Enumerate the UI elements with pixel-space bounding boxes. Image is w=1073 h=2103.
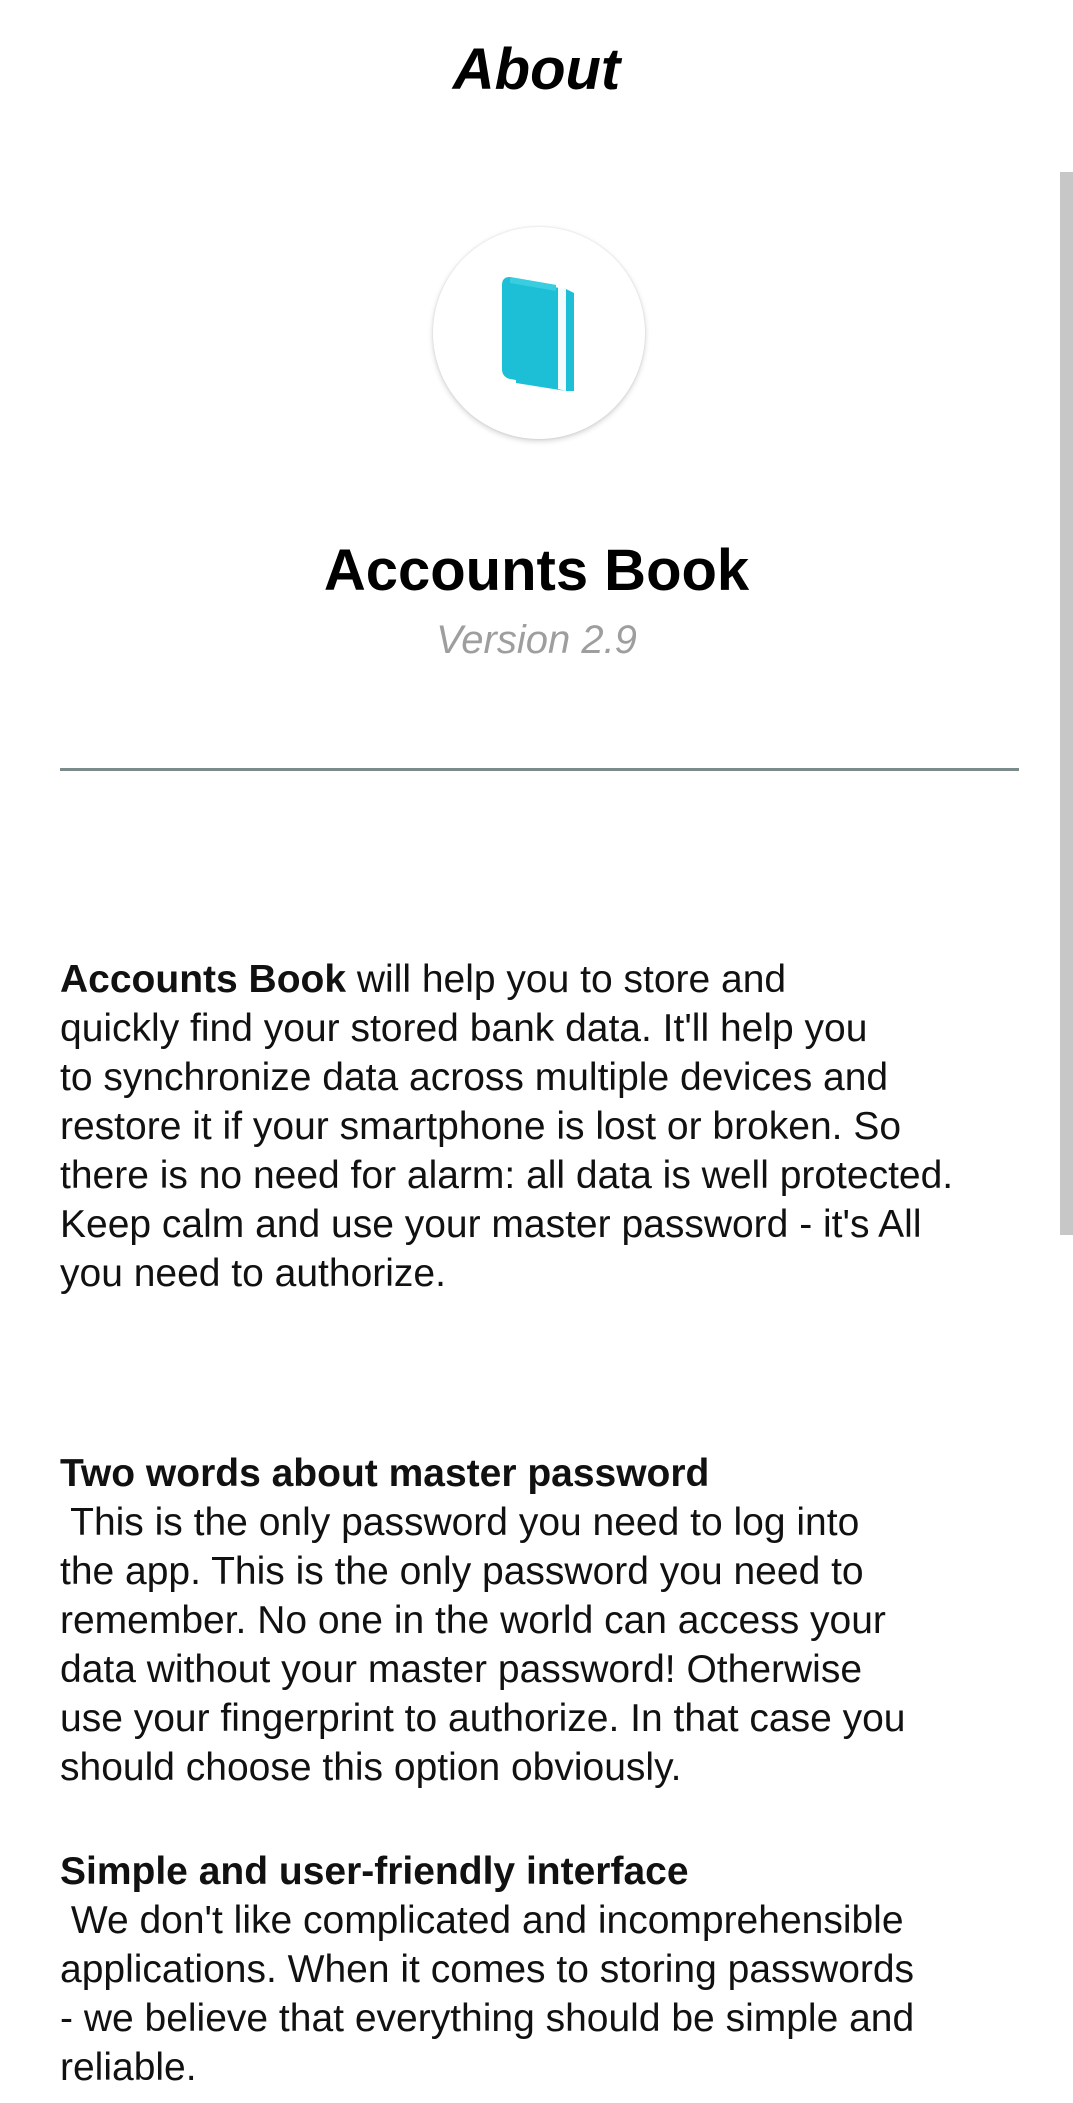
section-line: should choose this option obviously.: [60, 1746, 682, 1789]
intro-line-6: Keep calm and use your master password -…: [60, 1203, 922, 1246]
intro-line-1: Accounts Book will help you to store and: [60, 955, 1020, 1004]
section-line: This is the only password you need to lo…: [60, 1501, 860, 1544]
section-line: We don't like complicated and incomprehe…: [60, 1899, 904, 1942]
intro-line-5: there is no need for alarm: all data is …: [60, 1154, 954, 1197]
section-line: reliable.: [60, 2046, 197, 2089]
intro-line-3: to synchronize data across multiple devi…: [60, 1056, 889, 1099]
section-master-password: Two words about master password This is …: [60, 1449, 1020, 1792]
app-logo: [433, 227, 645, 439]
section-heading: Simple and user-friendly interface: [60, 1850, 689, 1893]
section-interface: Simple and user-friendly interface We do…: [60, 1847, 1020, 2092]
section-line: applications. When it comes to storing p…: [60, 1948, 915, 1991]
app-version: Version 2.9: [436, 618, 637, 662]
divider: [60, 768, 1019, 771]
section-line: use your fingerprint to authorize. In th…: [60, 1697, 906, 1740]
scrollbar[interactable]: [1060, 172, 1073, 1235]
intro-line-2: quickly find your stored bank data. It'l…: [60, 1007, 868, 1050]
intro-line-4: restore it if your smartphone is lost or…: [60, 1105, 902, 1148]
page-title: About: [452, 37, 621, 102]
section-line: - we believe that everything should be s…: [60, 1997, 915, 2040]
app-name: Accounts Book: [323, 538, 750, 603]
intro-app-name: Accounts Book: [60, 958, 347, 1001]
section-line: the app. This is the only password you n…: [60, 1550, 864, 1593]
section-line: remember. No one in the world can access…: [60, 1599, 886, 1642]
section-heading: Two words about master password: [60, 1452, 710, 1495]
intro-line-1-text: will help you to store and: [346, 958, 787, 1001]
intro-paragraph: Accounts Book will help you to store and…: [60, 955, 1020, 1298]
intro-line-7: you need to authorize.: [60, 1252, 446, 1295]
book-icon: [502, 277, 574, 391]
section-line: data without your master password! Other…: [60, 1648, 863, 1691]
